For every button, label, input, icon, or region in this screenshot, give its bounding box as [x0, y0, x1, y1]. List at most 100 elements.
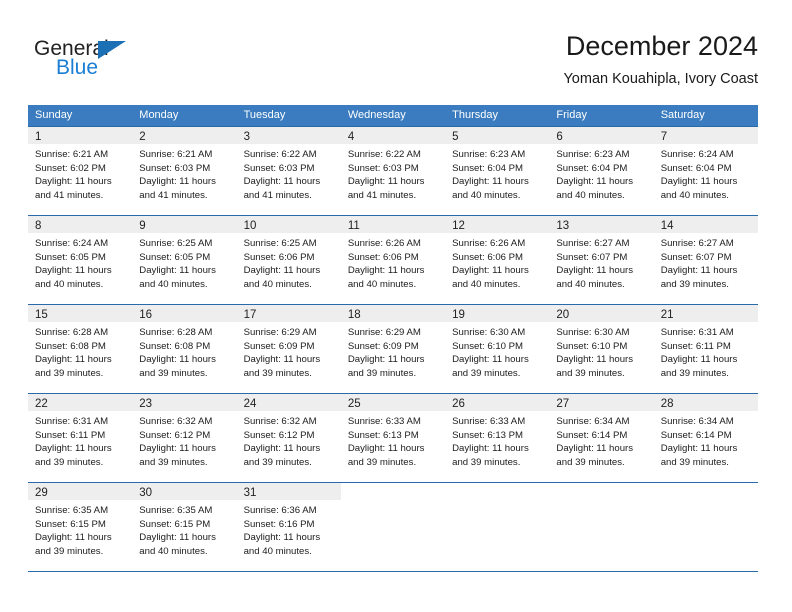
day-cell[interactable]: 19 Sunrise: 6:30 AM Sunset: 6:10 PM Dayligh… — [445, 304, 550, 393]
calendar-cell: 2 Sunrise: 6:21 AM Sunset: 6:03 PM Daylight… — [132, 126, 237, 215]
daylight-text-line1: Daylight: 11 hours — [660, 443, 738, 455]
sunrise-text: Sunrise: 6:22 AM — [243, 149, 317, 160]
sunrise-text: Sunrise: 6:30 AM — [452, 327, 526, 338]
calendar-week-row: 22 Sunrise: 6:31 AM Sunset: 6:11 PM Dayligh… — [28, 393, 758, 482]
day-cell[interactable]: 18 Sunrise: 6:29 AM Sunset: 6:09 PM Dayligh… — [340, 304, 446, 393]
calendar-cell — [445, 482, 550, 572]
day-cell[interactable]: 1 Sunrise: 6:21 AM Sunset: 6:02 PM Daylight… — [28, 126, 133, 215]
sunrise-text: Sunrise: 6:34 AM — [660, 416, 734, 427]
day-cell[interactable]: 12 Sunrise: 6:26 AM Sunset: 6:06 PM Dayligh… — [445, 215, 550, 304]
day-number: 19 — [452, 309, 465, 321]
daylight-text-line2: and 40 minutes. — [139, 545, 208, 557]
day-cell[interactable]: 4 Sunrise: 6:22 AM Sunset: 6:03 PM Daylight… — [340, 126, 446, 215]
sunrise-text: Sunrise: 6:21 AM — [139, 149, 213, 160]
day-cell[interactable]: 22 Sunrise: 6:31 AM Sunset: 6:11 PM Dayligh… — [28, 393, 133, 482]
calendar-cell: 24 Sunrise: 6:32 AM Sunset: 6:12 PM Dayligh… — [236, 393, 341, 482]
sunrise-text: Sunrise: 6:29 AM — [347, 327, 421, 338]
calendar-cell: 10 Sunrise: 6:25 AM Sunset: 6:06 PM Dayligh… — [236, 215, 341, 304]
bottom-rule-cell — [549, 571, 654, 572]
day-number: 1 — [35, 131, 42, 143]
calendar-cell: 16 Sunrise: 6:28 AM Sunset: 6:08 PM Dayligh… — [132, 304, 237, 393]
weekday-header-wednesday: Wednesday — [340, 105, 446, 126]
daylight-text-line1: Daylight: 11 hours — [347, 265, 425, 277]
general-blue-logo[interactable]: General Blue — [34, 38, 234, 86]
calendar-cell: 12 Sunrise: 6:26 AM Sunset: 6:06 PM Dayligh… — [445, 215, 550, 304]
day-number: 31 — [243, 487, 257, 499]
calendar-cell: 20 Sunrise: 6:30 AM Sunset: 6:10 PM Dayligh… — [549, 304, 654, 393]
sunset-text: Sunset: 6:03 PM — [243, 162, 315, 174]
day-cell[interactable]: 15 Sunrise: 6:28 AM Sunset: 6:08 PM Dayligh… — [28, 304, 133, 393]
daylight-text-line2: and 40 minutes. — [556, 189, 625, 201]
daylight-text-line2: and 40 minutes. — [243, 545, 312, 557]
day-cell[interactable]: 21 Sunrise: 6:31 AM Sunset: 6:11 PM Dayligh… — [653, 304, 758, 393]
daylight-text-line1: Daylight: 11 hours — [243, 443, 321, 455]
sunset-text: Sunset: 6:04 PM — [556, 162, 628, 174]
day-cell[interactable]: 25 Sunrise: 6:33 AM Sunset: 6:13 PM Dayligh… — [340, 393, 446, 482]
calendar-cell: 11 Sunrise: 6:26 AM Sunset: 6:06 PM Dayligh… — [340, 215, 446, 304]
day-cell[interactable]: 16 Sunrise: 6:28 AM Sunset: 6:08 PM Dayligh… — [132, 304, 237, 393]
day-cell[interactable]: 28 Sunrise: 6:34 AM Sunset: 6:14 PM Dayligh… — [653, 393, 758, 482]
day-cell[interactable]: 26 Sunrise: 6:33 AM Sunset: 6:13 PM Dayligh… — [445, 393, 550, 482]
day-cell[interactable]: 23 Sunrise: 6:32 AM Sunset: 6:12 PM Dayligh… — [132, 393, 237, 482]
day-cell[interactable]: 3 Sunrise: 6:22 AM Sunset: 6:03 PM Daylight… — [236, 126, 341, 215]
sunset-text: Sunset: 6:14 PM — [556, 429, 628, 441]
daylight-text-line2: and 39 minutes. — [660, 367, 729, 379]
day-cell[interactable]: 24 Sunrise: 6:32 AM Sunset: 6:12 PM Dayligh… — [236, 393, 341, 482]
day-cell[interactable]: 29 Sunrise: 6:35 AM Sunset: 6:15 PM Dayligh… — [28, 482, 133, 571]
calendar-cell: 7 Sunrise: 6:24 AM Sunset: 6:04 PM Daylight… — [653, 126, 758, 215]
day-details: Sunrise: 6:24 AM Sunset: 6:05 PM Daylight:… — [28, 233, 132, 291]
day-number-band: 3 — [236, 127, 341, 144]
day-number: 27 — [556, 398, 570, 410]
day-cell[interactable]: 27 Sunrise: 6:34 AM Sunset: 6:14 PM Dayligh… — [549, 393, 654, 482]
day-details: Sunrise: 6:21 AM Sunset: 6:02 PM Daylight:… — [28, 144, 132, 202]
day-cell[interactable]: 31 Sunrise: 6:36 AM Sunset: 6:16 PM Dayligh… — [236, 482, 341, 571]
daylight-text-line2: and 41 minutes. — [243, 189, 312, 201]
weekday-header-thursday: Thursday — [445, 105, 550, 126]
day-cell[interactable]: 9 Sunrise: 6:25 AM Sunset: 6:05 PM Daylight… — [132, 215, 237, 304]
day-number: 29 — [35, 487, 48, 499]
day-cell[interactable]: 17 Sunrise: 6:29 AM Sunset: 6:09 PM Dayligh… — [236, 304, 341, 393]
day-number-band: 29 — [28, 483, 133, 500]
day-number-band: 15 — [28, 305, 133, 322]
day-cell[interactable]: 14 Sunrise: 6:27 AM Sunset: 6:07 PM Dayligh… — [653, 215, 758, 304]
day-cell[interactable]: 30 Sunrise: 6:35 AM Sunset: 6:15 PM Dayligh… — [132, 482, 237, 571]
day-details: Sunrise: 6:30 AM Sunset: 6:10 PM Daylight:… — [549, 322, 653, 380]
day-number-band: 10 — [236, 216, 341, 233]
day-number-band: 1 — [28, 127, 133, 144]
day-cell[interactable]: 11 Sunrise: 6:26 AM Sunset: 6:06 PM Dayligh… — [340, 215, 446, 304]
daylight-text-line1: Daylight: 11 hours — [139, 265, 216, 277]
day-cell[interactable]: 7 Sunrise: 6:24 AM Sunset: 6:04 PM Daylight… — [653, 126, 758, 215]
day-details: Sunrise: 6:26 AM Sunset: 6:06 PM Daylight:… — [341, 233, 445, 291]
day-cell[interactable]: 2 Sunrise: 6:21 AM Sunset: 6:03 PM Daylight… — [132, 126, 237, 215]
day-details: Sunrise: 6:31 AM Sunset: 6:11 PM Daylight:… — [28, 411, 132, 469]
bottom-rule-cell — [653, 571, 758, 572]
day-number-band — [340, 483, 446, 500]
daylight-text-line2: and 39 minutes. — [139, 367, 208, 379]
day-cell[interactable]: 5 Sunrise: 6:23 AM Sunset: 6:04 PM Daylight… — [445, 126, 550, 215]
day-cell-empty — [445, 482, 550, 571]
daylight-text-line1: Daylight: 11 hours — [660, 354, 738, 366]
daylight-text-line1: Daylight: 11 hours — [452, 176, 529, 188]
day-cell[interactable]: 8 Sunrise: 6:24 AM Sunset: 6:05 PM Daylight… — [28, 215, 133, 304]
daylight-text-line2: and 39 minutes. — [452, 367, 521, 379]
daylight-text-line1: Daylight: 11 hours — [556, 443, 634, 455]
daylight-text-line1: Daylight: 11 hours — [452, 354, 529, 366]
daylight-text-line1: Daylight: 11 hours — [556, 265, 634, 277]
day-cell[interactable]: 10 Sunrise: 6:25 AM Sunset: 6:06 PM Dayligh… — [236, 215, 341, 304]
day-number-band: 9 — [132, 216, 237, 233]
day-number-band: 13 — [549, 216, 654, 233]
sunrise-text: Sunrise: 6:35 AM — [35, 505, 109, 516]
day-details: Sunrise: 6:22 AM Sunset: 6:03 PM Daylight:… — [341, 144, 445, 202]
day-cell[interactable]: 13 Sunrise: 6:27 AM Sunset: 6:07 PM Dayligh… — [549, 215, 654, 304]
day-cell[interactable]: 20 Sunrise: 6:30 AM Sunset: 6:10 PM Dayligh… — [549, 304, 654, 393]
day-number: 13 — [556, 220, 570, 232]
daylight-text-line2: and 40 minutes. — [556, 278, 625, 290]
day-number-band: 16 — [132, 305, 237, 322]
day-details: Sunrise: 6:28 AM Sunset: 6:08 PM Daylight:… — [28, 322, 132, 380]
triangle-icon — [98, 41, 126, 59]
sunrise-text: Sunrise: 6:34 AM — [556, 416, 630, 427]
bottom-rule-cell — [132, 571, 237, 572]
day-cell[interactable]: 6 Sunrise: 6:23 AM Sunset: 6:04 PM Daylight… — [549, 126, 654, 215]
weekday-header-saturday: Saturday — [653, 105, 758, 126]
day-number-band: 23 — [132, 394, 237, 411]
